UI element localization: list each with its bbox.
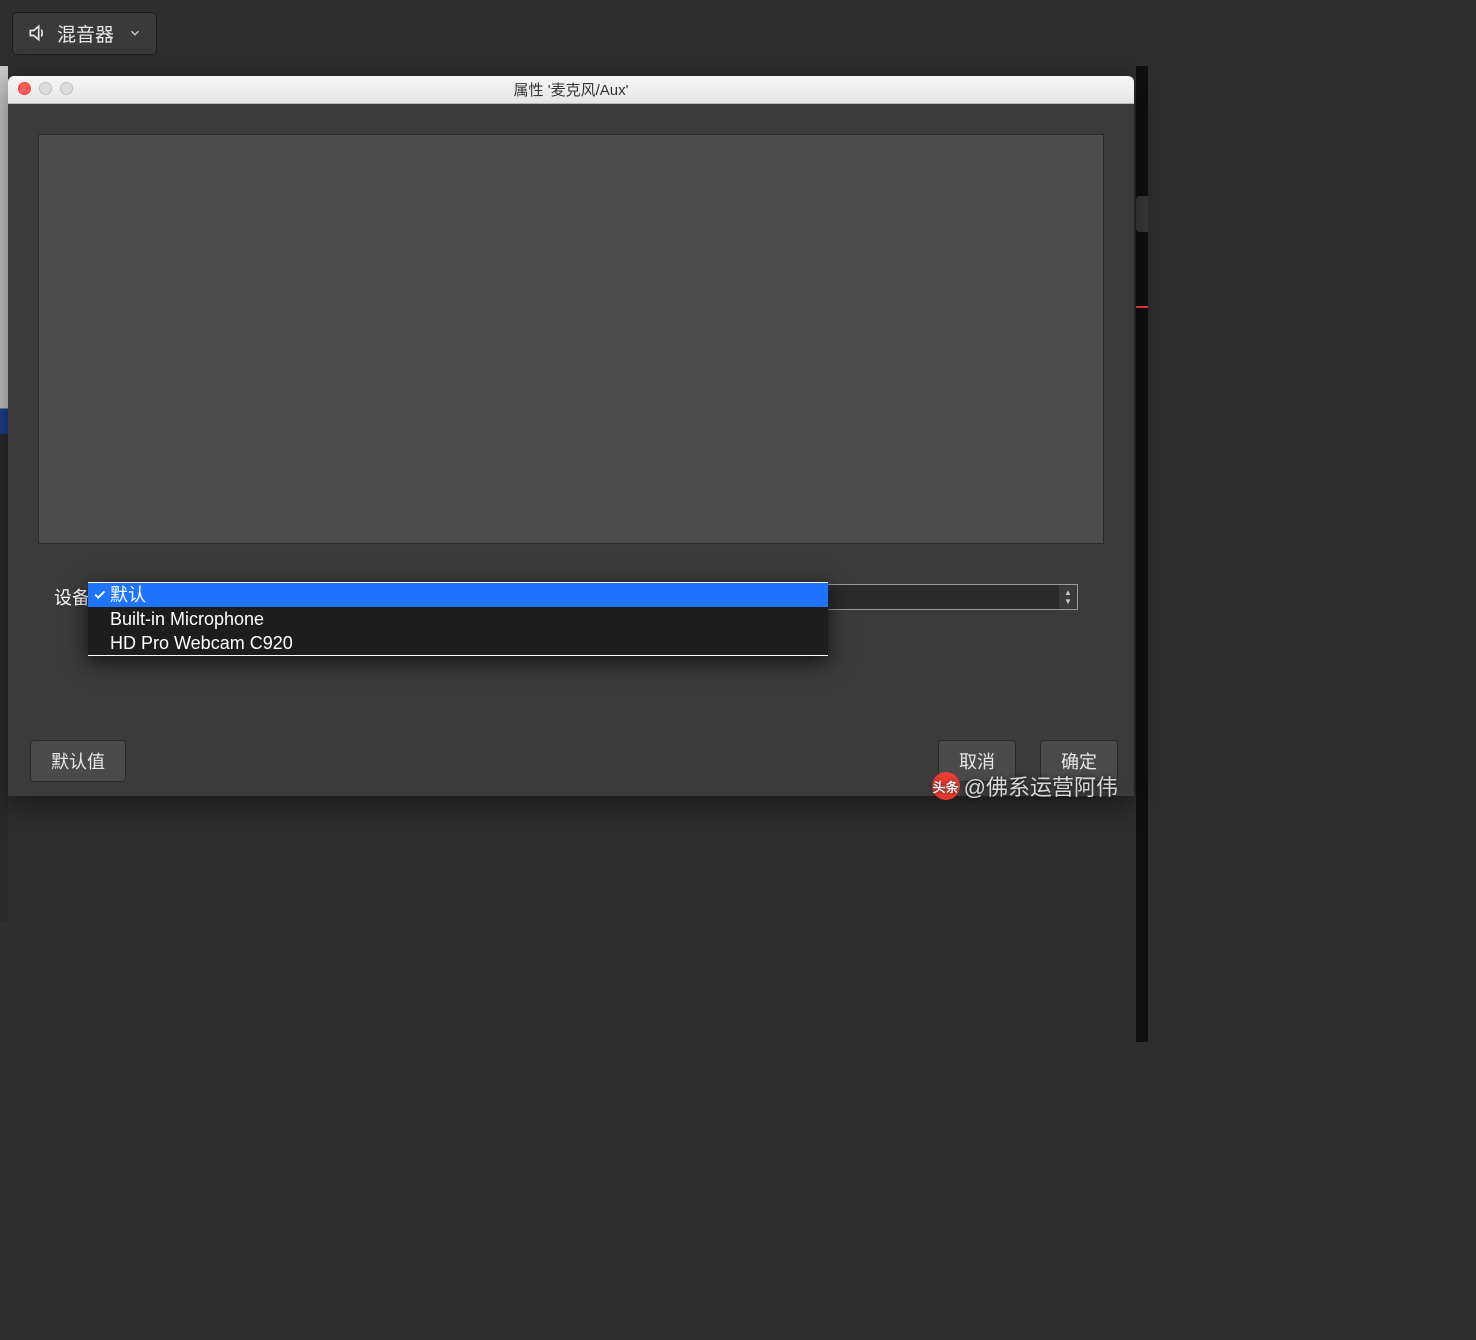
dropdown-option[interactable]: HD Pro Webcam C920 [88, 631, 828, 655]
ok-button[interactable]: 确定 [1040, 740, 1118, 782]
select-stepper-icon[interactable]: ▲ ▼ [1059, 585, 1077, 609]
preview-panel [38, 134, 1104, 544]
background-right-strip [1136, 66, 1148, 1042]
close-icon[interactable] [18, 82, 31, 95]
dropdown-option-label: 默认 [110, 583, 146, 607]
dialog-title: 属性 '麦克风/Aux' [514, 79, 629, 100]
background-tab-stub [1136, 196, 1148, 232]
mixer-dropdown-button[interactable]: 混音器 [12, 12, 157, 55]
defaults-button[interactable]: 默认值 [30, 740, 126, 782]
device-dropdown-list[interactable]: 默认 Built-in Microphone HD Pro Webcam C92… [88, 582, 828, 656]
dropdown-option-label: HD Pro Webcam C920 [110, 631, 293, 655]
chevron-down-icon [128, 26, 142, 40]
top-toolbar: 混音器 [0, 0, 1148, 66]
cancel-button[interactable]: 取消 [938, 740, 1016, 782]
stepper-up-icon: ▲ [1064, 589, 1072, 597]
window-controls [18, 82, 73, 95]
properties-dialog: 属性 '麦克风/Aux' 设备 ▲ ▼ 默认 Built-in Micropho… [8, 76, 1134, 796]
device-label: 设备 [54, 584, 90, 610]
dialog-body: 设备 ▲ ▼ 默认 Built-in Microphone HD Pro Web… [8, 104, 1134, 796]
stepper-down-icon: ▼ [1064, 598, 1072, 606]
dropdown-option-label: Built-in Microphone [110, 607, 264, 631]
dropdown-option[interactable]: 默认 [88, 583, 828, 607]
dropdown-option[interactable]: Built-in Microphone [88, 607, 828, 631]
check-icon [92, 587, 107, 602]
background-left-strip [0, 66, 8, 922]
dialog-titlebar[interactable]: 属性 '麦克风/Aux' [8, 76, 1134, 104]
maximize-icon[interactable] [60, 82, 73, 95]
speaker-icon [27, 23, 47, 43]
minimize-icon[interactable] [39, 82, 52, 95]
dialog-footer: 默认值 取消 确定 [30, 740, 1118, 782]
background-red-marker [1136, 306, 1148, 308]
mixer-label: 混音器 [57, 20, 114, 47]
